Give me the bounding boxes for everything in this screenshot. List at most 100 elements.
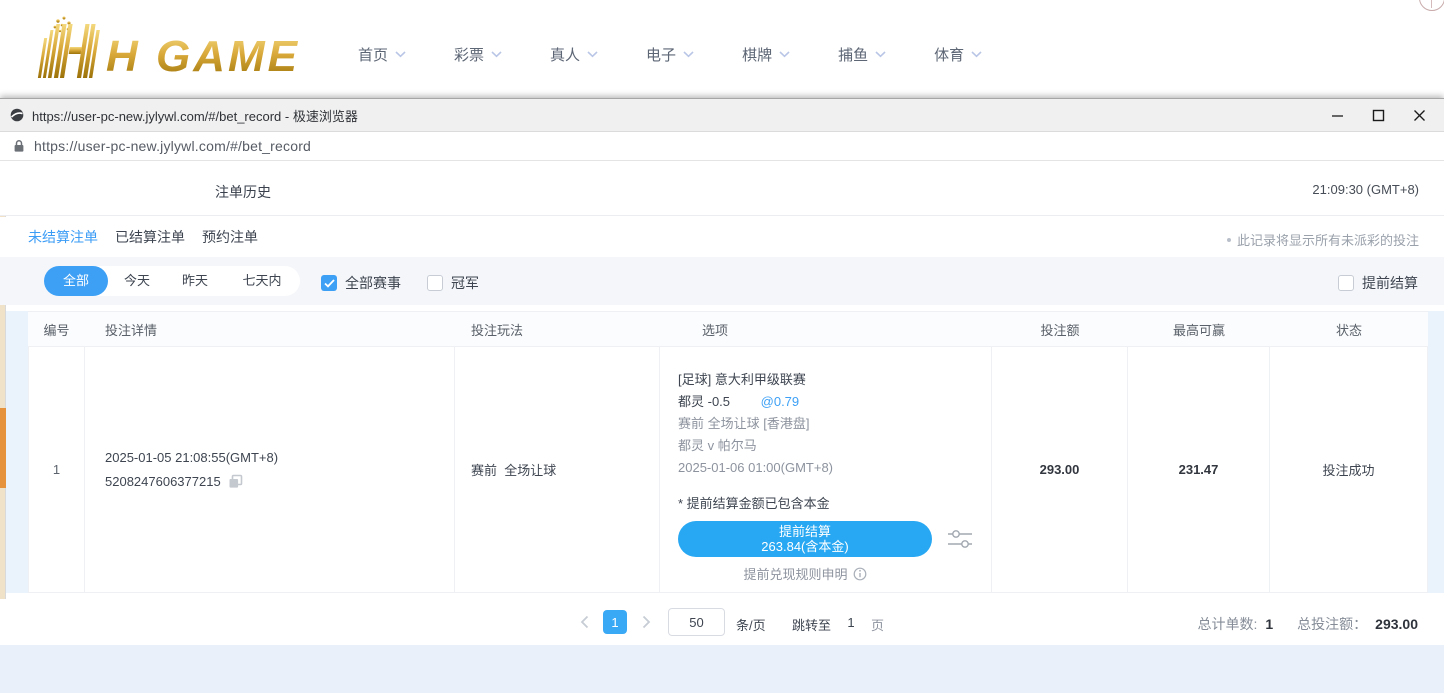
date-filter-7days[interactable]: 七天内 — [224, 266, 300, 296]
totals: 总计单数: 1 总投注额： 293.00 — [1197, 614, 1418, 634]
early-settlement-checkbox[interactable]: 提前结算 — [1338, 273, 1418, 293]
chevron-down-icon — [971, 51, 982, 58]
nav-label: 电子 — [646, 44, 676, 65]
nav-label: 棋牌 — [742, 44, 772, 65]
browser-addressbar: https://user-pc-new.jylywl.com/#/bet_rec… — [0, 132, 1444, 161]
nav-item-sports[interactable]: 体育 — [934, 44, 982, 65]
lock-icon — [13, 139, 25, 153]
header-selection: 选项 — [660, 312, 992, 346]
page-viewport: 注单历史 21:09:30 (GMT+8) 未结算注单 已结算注单 预约注单 此… — [0, 161, 1444, 693]
chevron-down-icon — [395, 51, 406, 58]
date-filter-yesterday[interactable]: 昨天 — [166, 266, 224, 296]
header-detail: 投注详情 — [85, 312, 455, 346]
champion-checkbox[interactable]: 冠军 — [427, 273, 479, 293]
screen: H GAME 首页 彩票 真人 电子 棋牌 — [0, 0, 1444, 692]
close-button[interactable] — [1412, 108, 1426, 122]
nav-label: 真人 — [550, 44, 580, 65]
event-filter-group: 全部赛事 冠军 — [321, 273, 479, 293]
market-line: 赛前 全场让球 [香港盘] — [678, 413, 991, 435]
table-row: 1 2025-01-05 21:08:55(GMT+8) 52082476063… — [28, 347, 1428, 593]
cell-stake: 293.00 — [992, 347, 1128, 592]
cashout-rule-link[interactable]: 提前兑现规则申明 — [678, 564, 932, 583]
nav-item-live[interactable]: 真人 — [550, 44, 598, 65]
globe-decor-icon — [1419, 0, 1444, 11]
brand-logo[interactable]: H GAME — [32, 14, 300, 87]
tab-reserved[interactable]: 预约注单 — [202, 227, 258, 247]
nav-label: 彩票 — [454, 44, 484, 65]
record-tabs: 未结算注单 已结算注单 预约注单 — [28, 217, 258, 257]
filter-row: 全部 今天 昨天 七天内 全部赛事 冠军 — [0, 257, 1444, 305]
match-teams: 都灵 v 帕尔马 — [678, 435, 991, 457]
jump-page-input[interactable] — [838, 608, 864, 636]
cashout-button[interactable]: 提前结算 263.84(含本金) — [678, 521, 932, 557]
chevron-down-icon — [683, 51, 694, 58]
cashout-button-title: 提前结算 — [779, 524, 831, 539]
all-events-checkbox[interactable]: 全部赛事 — [321, 273, 401, 293]
nav-item-cards[interactable]: 棋牌 — [742, 44, 790, 65]
checkbox-unchecked-icon — [1338, 275, 1354, 291]
page-size-input[interactable] — [668, 608, 725, 636]
cell-no: 1 — [28, 347, 85, 592]
total-count-label: 总计单数: — [1197, 614, 1257, 634]
all-events-label: 全部赛事 — [345, 273, 401, 293]
url-field[interactable]: https://user-pc-new.jylywl.com/#/bet_rec… — [34, 138, 311, 154]
nav-label: 捕鱼 — [838, 44, 868, 65]
cell-max-win: 231.47 — [1128, 347, 1270, 592]
site-header: H GAME 首页 彩票 真人 电子 棋牌 — [0, 0, 1444, 98]
cashout-slider-icon[interactable] — [946, 528, 974, 553]
bet-id: 5208247606377215 — [105, 470, 221, 494]
date-filter-all[interactable]: 全部 — [44, 266, 108, 296]
cell-detail: 2025-01-05 21:08:55(GMT+8) 5208247606377… — [85, 347, 455, 592]
cell-status: 投注成功 — [1270, 347, 1428, 592]
header-play: 投注玩法 — [455, 312, 660, 346]
total-stake-item: 总投注额： 293.00 — [1297, 614, 1418, 634]
header-max-win: 最高可赢 — [1128, 312, 1270, 346]
page-bottom-background — [0, 645, 1444, 693]
page-number-button[interactable]: 1 — [603, 610, 627, 634]
svg-text:H GAME: H GAME — [106, 32, 300, 81]
hh-game-logo-icon: H GAME — [32, 14, 300, 82]
total-stake-value: 293.00 — [1375, 616, 1418, 632]
cashout-area: 提前结算 263.84(含本金) — [678, 521, 932, 557]
next-page-button[interactable] — [638, 610, 654, 634]
prev-page-button[interactable] — [576, 610, 592, 634]
note-text: 此记录将显示所有未派彩的投注 — [1237, 230, 1419, 249]
copy-icon[interactable] — [228, 474, 243, 489]
window-title: https://user-pc-new.jylywl.com/#/bet_rec… — [32, 106, 1330, 125]
nav-item-home[interactable]: 首页 — [358, 44, 406, 65]
chevron-down-icon — [875, 51, 886, 58]
pick: 都灵 -0.5 — [678, 394, 730, 409]
pagination-row: 1 条/页 跳转至 页 总计单数: 1 总投注额： — [0, 599, 1444, 645]
tab-unsettled[interactable]: 未结算注单 — [28, 227, 98, 247]
cell-play-type: 赛前 全场让球 — [455, 347, 660, 592]
nav-item-slots[interactable]: 电子 — [646, 44, 694, 65]
date-filter-group: 全部 今天 昨天 七天内 — [44, 266, 300, 296]
checkbox-checked-icon — [321, 275, 337, 291]
minimize-button[interactable] — [1330, 108, 1344, 122]
nav-item-fishing[interactable]: 捕鱼 — [838, 44, 886, 65]
nav-item-lottery[interactable]: 彩票 — [454, 44, 502, 65]
bullet-icon — [1227, 238, 1231, 242]
total-count-item: 总计单数: 1 — [1197, 614, 1273, 634]
pick-line: 都灵 -0.5 @0.79 — [678, 391, 991, 413]
checkbox-unchecked-icon — [427, 275, 443, 291]
cashout-button-amount: 263.84(含本金) — [761, 539, 848, 554]
page-background-right — [1428, 311, 1444, 593]
info-icon — [853, 567, 867, 581]
total-stake-label: 总投注额： — [1297, 614, 1367, 634]
tabs-row: 未结算注单 已结算注单 预约注单 此记录将显示所有未派彩的投注 — [0, 217, 1444, 257]
tab-settled[interactable]: 已结算注单 — [115, 227, 185, 247]
page-unit-label: 页 — [871, 615, 884, 634]
browser-window: https://user-pc-new.jylywl.com/#/bet_rec… — [0, 98, 1444, 692]
header-stake: 投注额 — [992, 312, 1128, 346]
chevron-down-icon — [491, 51, 502, 58]
principal-note: * 提前结算金额已包含本金 — [678, 495, 991, 513]
odds-value: @0.79 — [761, 394, 800, 409]
maximize-button[interactable] — [1371, 108, 1385, 122]
league-name: [足球] 意大利甲级联赛 — [678, 369, 991, 391]
bet-time: 2025-01-05 21:08:55(GMT+8) — [105, 446, 454, 470]
nav-label: 体育 — [934, 44, 964, 65]
date-filter-today[interactable]: 今天 — [108, 266, 166, 296]
header-status: 状态 — [1270, 312, 1428, 346]
per-page-label: 条/页 — [736, 615, 766, 634]
